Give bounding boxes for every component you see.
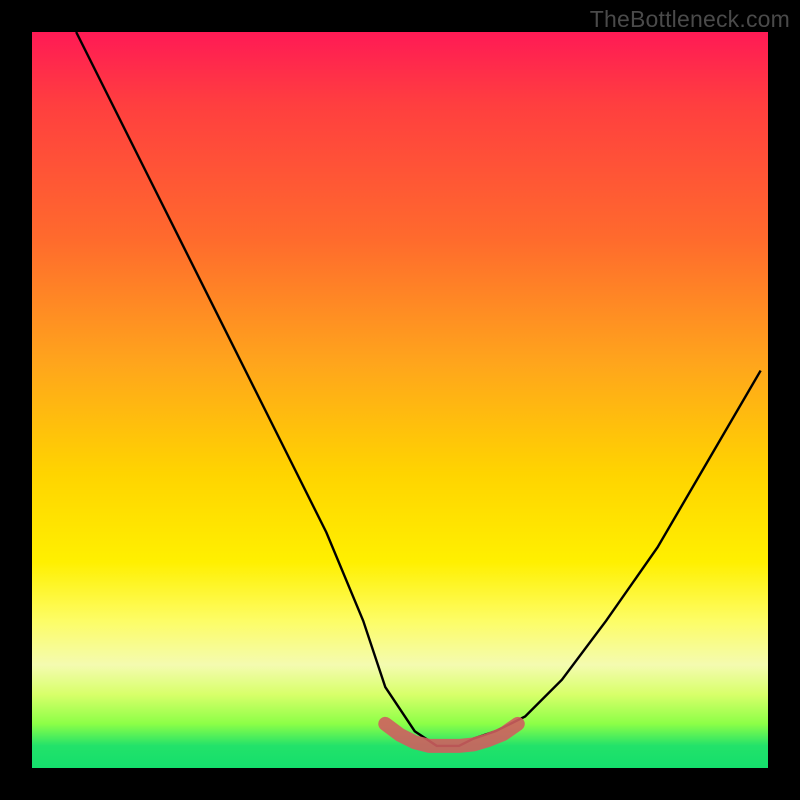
chart-frame: TheBottleneck.com xyxy=(0,0,800,800)
watermark-text: TheBottleneck.com xyxy=(590,6,790,33)
chart-svg xyxy=(32,32,768,768)
chart-plot-area xyxy=(32,32,768,768)
optimal-range-path xyxy=(385,724,517,746)
bottleneck-curve-path xyxy=(76,32,760,746)
